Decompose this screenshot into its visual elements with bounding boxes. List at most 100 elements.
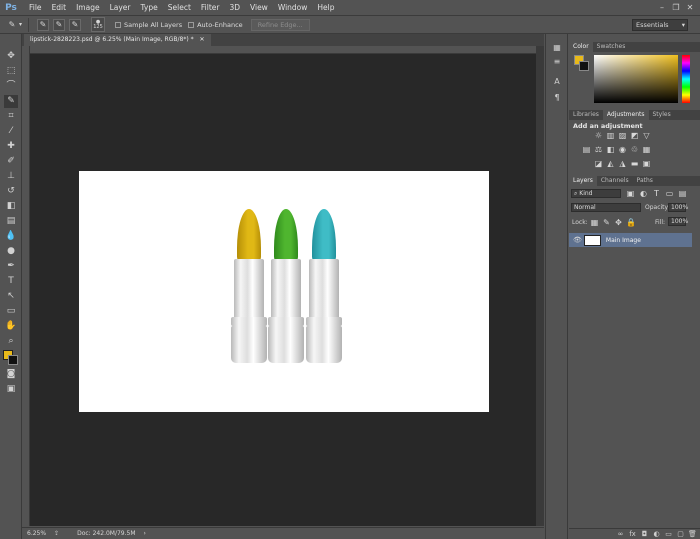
menu-layer[interactable]: Layer: [110, 3, 131, 12]
link-layers-icon[interactable]: ∞: [616, 530, 625, 538]
tab-styles[interactable]: Styles: [649, 110, 675, 120]
fill-input[interactable]: 100%: [668, 217, 688, 226]
restore-icon[interactable]: ❐: [672, 3, 680, 12]
path-selection-tool-icon[interactable]: ↖: [4, 290, 18, 303]
filter-adjustment-icon[interactable]: ◐: [639, 190, 648, 198]
move-tool-icon[interactable]: ✥: [4, 50, 18, 63]
hue-saturation-icon[interactable]: ▤: [582, 146, 591, 154]
menu-view[interactable]: View: [250, 3, 268, 12]
quick-selection-tool-icon[interactable]: ✎: [4, 95, 18, 108]
curves-icon[interactable]: ▨: [618, 132, 627, 140]
color-lookup-icon[interactable]: ▦: [642, 146, 651, 154]
history-panel-icon[interactable]: ▦: [551, 42, 563, 53]
filter-type-icon[interactable]: T: [652, 190, 661, 198]
brush-size-picker[interactable]: ● 125: [91, 17, 106, 32]
quick-mask-icon[interactable]: ◙: [4, 368, 18, 381]
posterize-icon[interactable]: ◭: [606, 160, 615, 168]
close-icon[interactable]: ✕: [686, 3, 694, 12]
menu-edit[interactable]: Edit: [52, 3, 67, 12]
filter-pixel-icon[interactable]: ▣: [626, 190, 635, 198]
rectangle-tool-icon[interactable]: ▭: [4, 305, 18, 318]
color-panel-background-swatch[interactable]: [579, 61, 589, 71]
close-tab-icon[interactable]: ✕: [200, 36, 205, 43]
crop-tool-icon[interactable]: ⌗: [4, 110, 18, 123]
visibility-eye-icon[interactable]: 👁: [573, 236, 582, 244]
threshold-icon[interactable]: ◮: [618, 160, 627, 168]
history-brush-tool-icon[interactable]: ↺: [4, 185, 18, 198]
brightness-contrast-icon[interactable]: ☼: [594, 132, 603, 140]
menu-window[interactable]: Window: [278, 3, 308, 12]
minimize-icon[interactable]: –: [658, 3, 666, 12]
healing-brush-tool-icon[interactable]: ✚: [4, 140, 18, 153]
tab-adjustments[interactable]: Adjustments: [602, 110, 649, 120]
auto-enhance-checkbox[interactable]: [188, 21, 195, 28]
tab-channels[interactable]: Channels: [597, 176, 633, 186]
tab-libraries[interactable]: Libraries: [569, 110, 603, 120]
selective-color-icon[interactable]: ▣: [642, 160, 651, 168]
layer-style-icon[interactable]: fx: [628, 530, 637, 538]
add-mask-icon[interactable]: ◘: [640, 530, 649, 538]
new-layer-icon[interactable]: ▢: [676, 530, 685, 538]
background-color-swatch[interactable]: [8, 355, 18, 365]
color-picker-field[interactable]: [594, 55, 678, 103]
add-to-selection-icon[interactable]: ✎: [53, 18, 66, 31]
new-adjustment-layer-icon[interactable]: ◐: [652, 530, 661, 538]
eraser-tool-icon[interactable]: ◧: [4, 200, 18, 213]
color-balance-icon[interactable]: ⚖: [594, 146, 603, 154]
channel-mixer-icon[interactable]: ♲: [630, 146, 639, 154]
sample-all-layers-checkbox[interactable]: [115, 21, 122, 28]
lock-transparency-icon[interactable]: ▦: [590, 219, 599, 227]
hand-tool-icon[interactable]: ✋: [4, 320, 18, 333]
menu-filter[interactable]: Filter: [201, 3, 220, 12]
zoom-tool-icon[interactable]: ⌕: [4, 335, 18, 348]
marquee-tool-icon[interactable]: ⬚: [4, 65, 18, 78]
tab-color[interactable]: Color: [569, 42, 593, 52]
new-group-icon[interactable]: ▭: [664, 530, 673, 538]
export-icon[interactable]: ⇪: [54, 530, 59, 537]
gradient-map-icon[interactable]: ▬: [630, 160, 639, 168]
dodge-tool-icon[interactable]: ●: [4, 245, 18, 258]
filter-shape-icon[interactable]: ▭: [665, 190, 674, 198]
layer-filter-select[interactable]: ⌕ Kind: [571, 189, 621, 198]
blur-tool-icon[interactable]: 💧: [4, 230, 18, 243]
eyedropper-tool-icon[interactable]: ⁄: [4, 125, 18, 138]
black-white-icon[interactable]: ◧: [606, 146, 615, 154]
menu-3d[interactable]: 3D: [229, 3, 240, 12]
properties-panel-icon[interactable]: ≡: [551, 56, 563, 67]
lasso-tool-icon[interactable]: ⌒: [4, 80, 18, 93]
brush-tool-icon[interactable]: ✐: [4, 155, 18, 168]
menu-file[interactable]: File: [29, 3, 42, 12]
workspace-select[interactable]: Essentials ▾: [632, 19, 688, 31]
refine-edge-button[interactable]: Refine Edge...: [250, 18, 310, 31]
menu-select[interactable]: Select: [168, 3, 191, 12]
blend-mode-select[interactable]: Normal: [571, 203, 641, 212]
tab-swatches[interactable]: Swatches: [593, 42, 630, 52]
lock-pixels-icon[interactable]: ✎: [602, 219, 611, 227]
levels-icon[interactable]: ▥: [606, 132, 615, 140]
photo-filter-icon[interactable]: ◉: [618, 146, 627, 154]
character-panel-icon[interactable]: A: [551, 76, 563, 87]
status-arrow-icon[interactable]: ›: [144, 530, 146, 537]
lock-all-icon[interactable]: 🔒: [626, 219, 636, 227]
invert-icon[interactable]: ◪: [594, 160, 603, 168]
quick-selection-tool-icon[interactable]: ✎: [6, 19, 18, 31]
vibrance-icon[interactable]: ▽: [642, 132, 651, 140]
exposure-icon[interactable]: ◩: [630, 132, 639, 140]
clone-stamp-tool-icon[interactable]: ⊥: [4, 170, 18, 183]
menu-image[interactable]: Image: [76, 3, 100, 12]
lock-position-icon[interactable]: ✥: [614, 219, 623, 227]
menu-help[interactable]: Help: [317, 3, 334, 12]
screen-mode-icon[interactable]: ▣: [4, 383, 18, 396]
opacity-input[interactable]: 100%: [668, 203, 688, 212]
pen-tool-icon[interactable]: ✒: [4, 260, 18, 273]
layer-name[interactable]: Main Image: [606, 237, 641, 244]
subtract-from-selection-icon[interactable]: ✎: [69, 18, 82, 31]
new-selection-icon[interactable]: ✎: [37, 18, 50, 31]
menu-type[interactable]: Type: [141, 3, 158, 12]
layer-row-main-image[interactable]: 👁 Main Image: [569, 233, 692, 247]
paragraph-panel-icon[interactable]: ¶: [551, 92, 563, 103]
gradient-tool-icon[interactable]: ▤: [4, 215, 18, 228]
document-tab[interactable]: lipstick-2828223.psd @ 6.25% (Main Image…: [24, 34, 211, 46]
tab-layers[interactable]: Layers: [569, 176, 597, 186]
zoom-level[interactable]: 6.25%: [27, 530, 46, 537]
